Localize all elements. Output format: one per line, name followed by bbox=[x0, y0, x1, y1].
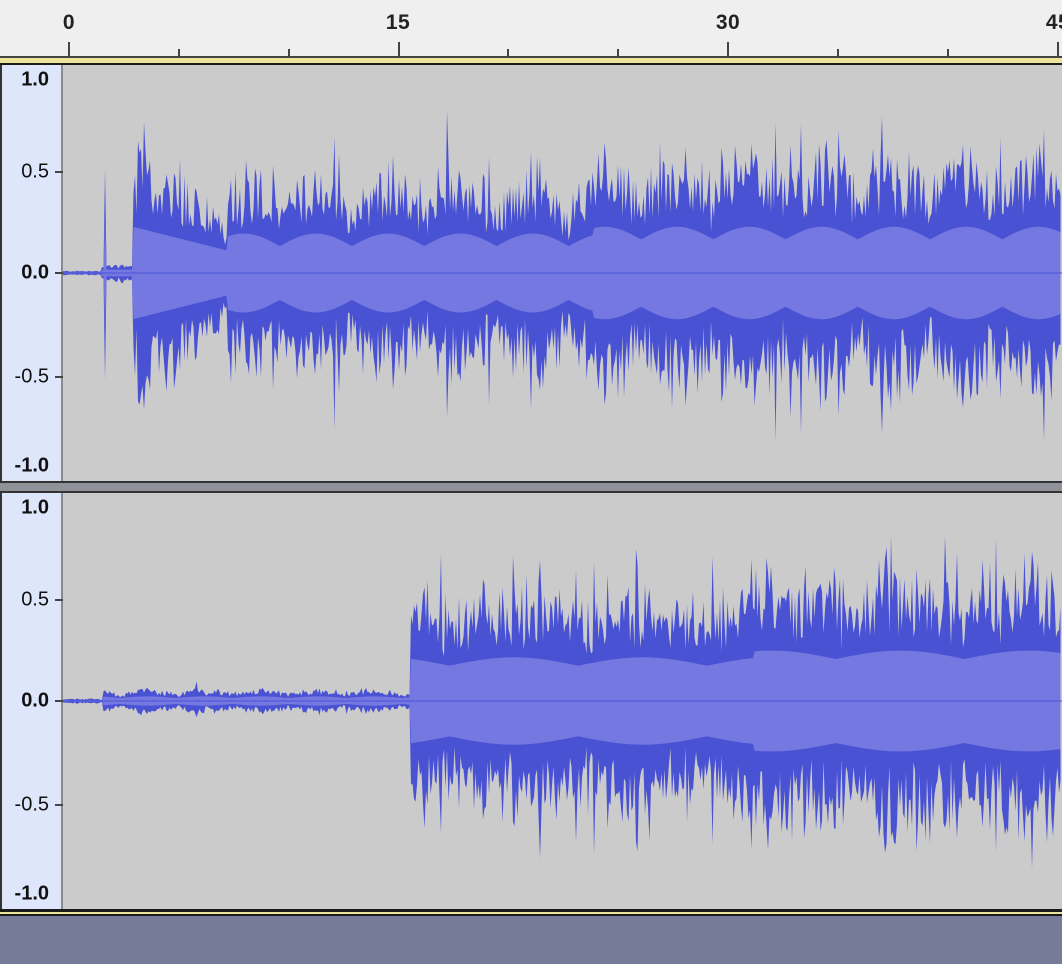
timeline-tick bbox=[287, 49, 290, 56]
empty-track-area[interactable] bbox=[0, 916, 1062, 964]
timeline-label-15: 15 bbox=[385, 11, 411, 34]
scale-tick bbox=[55, 272, 63, 274]
timeline-tick bbox=[836, 49, 839, 56]
scale-tick bbox=[55, 804, 63, 806]
channel-separator[interactable] bbox=[0, 481, 1062, 493]
timeline-ruler[interactable]: 0 15 30 45 bbox=[0, 0, 1062, 58]
scale-tick bbox=[55, 700, 63, 702]
scale-label: 1.0 bbox=[21, 496, 49, 519]
amplitude-scale: 1.0 0.5 0.0 -0.5 -1.0 bbox=[0, 493, 63, 909]
timeline-tick bbox=[68, 42, 70, 56]
selection-edge-top bbox=[0, 58, 1062, 65]
timeline-tick bbox=[1056, 42, 1059, 56]
audio-track-left-channel[interactable]: 1.0 0.5 0.0 -0.5 -1.0 bbox=[0, 65, 1062, 481]
scale-label: 0.0 bbox=[21, 261, 49, 284]
timeline-label-30: 30 bbox=[715, 11, 741, 34]
timeline-tick bbox=[727, 42, 729, 56]
scale-tick bbox=[55, 599, 63, 601]
scale-label: -0.5 bbox=[14, 793, 49, 816]
timeline-tick bbox=[507, 49, 510, 56]
scale-label: -0.5 bbox=[14, 365, 49, 388]
waveform[interactable] bbox=[63, 493, 1062, 909]
waveform[interactable] bbox=[63, 65, 1062, 481]
amplitude-scale: 1.0 0.5 0.0 -0.5 -1.0 bbox=[0, 65, 63, 481]
timeline-tick bbox=[946, 49, 949, 56]
timeline-label-45: 45 bbox=[1045, 11, 1062, 34]
selection-edge-bottom bbox=[0, 909, 1062, 916]
timeline-tick bbox=[177, 49, 180, 56]
scale-tick bbox=[55, 376, 63, 378]
timeline-tick bbox=[397, 42, 400, 56]
scale-label: -1.0 bbox=[14, 882, 49, 905]
scale-label: 0.5 bbox=[21, 588, 49, 611]
audio-track-right-channel[interactable]: 1.0 0.5 0.0 -0.5 -1.0 bbox=[0, 493, 1062, 909]
scale-label: -1.0 bbox=[14, 454, 49, 477]
scale-label: 0.0 bbox=[21, 689, 49, 712]
timeline-tick bbox=[617, 49, 620, 56]
scale-label: 1.0 bbox=[21, 68, 49, 91]
scale-tick bbox=[55, 171, 63, 173]
scale-label: 0.5 bbox=[21, 160, 49, 183]
timeline-label-0: 0 bbox=[62, 11, 76, 34]
